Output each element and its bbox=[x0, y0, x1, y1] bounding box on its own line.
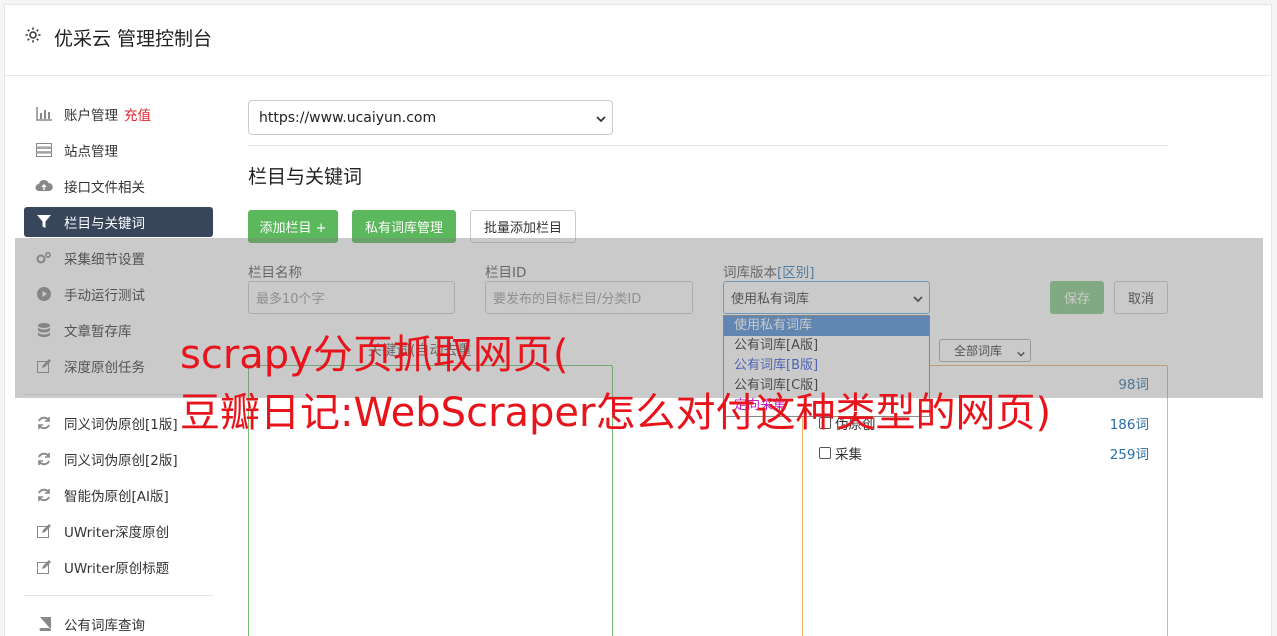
chevron-down-icon bbox=[596, 112, 606, 123]
site-select[interactable]: https://www.ucaiyun.com bbox=[248, 100, 613, 135]
sidebar-item-public-lib[interactable]: 公有词库查询 bbox=[24, 609, 213, 636]
watermark-line-1: scrapy分页抓取网页( bbox=[180, 332, 569, 378]
watermark-line-2: 豆瓣日记:WebScraper怎么对付这种类型的网页) bbox=[180, 390, 1052, 436]
sidebar-item-uwriter-title[interactable]: UWriter原创标题 bbox=[24, 552, 213, 582]
sidebar-item-columns[interactable]: 栏目与关键词 bbox=[24, 207, 213, 237]
sidebar-item-sites[interactable]: 站点管理 bbox=[24, 135, 213, 165]
edit-icon bbox=[35, 522, 53, 540]
sidebar-item-label: 栏目与关键词 bbox=[64, 216, 145, 232]
sidebar-item-label: 站点管理 bbox=[64, 144, 118, 160]
sidebar-item-label: 账户管理 bbox=[64, 108, 118, 124]
library-count: 186词 bbox=[1109, 417, 1149, 433]
sidebar-item-label: 同义词伪原创[1版] bbox=[64, 417, 178, 433]
library-row[interactable]: 采集 259词 bbox=[819, 443, 1149, 463]
refresh-icon bbox=[35, 414, 53, 432]
library-name: 采集 bbox=[835, 447, 862, 463]
sidebar-item-label: UWriter原创标题 bbox=[64, 561, 170, 577]
book-icon bbox=[35, 615, 53, 633]
sidebar-item-ai-rewrite[interactable]: 智能伪原创[AI版] bbox=[24, 480, 213, 510]
refresh-icon bbox=[35, 450, 53, 468]
refresh-icon bbox=[35, 486, 53, 504]
sidebar-item-label: 接口文件相关 bbox=[64, 180, 145, 196]
sidebar-divider bbox=[24, 595, 213, 596]
section-title: 栏目与关键词 bbox=[248, 166, 363, 188]
server-icon bbox=[35, 141, 53, 159]
library-count: 259词 bbox=[1109, 447, 1149, 463]
site-select-value: https://www.ucaiyun.com bbox=[259, 109, 437, 126]
sidebar-item-account[interactable]: 账户管理 充值 bbox=[24, 99, 213, 129]
sidebar-item-interface[interactable]: 接口文件相关 bbox=[24, 171, 213, 201]
sidebar-item-synonym-v2[interactable]: 同义词伪原创[2版] bbox=[24, 444, 213, 474]
divider bbox=[248, 145, 1168, 146]
cloud-upload-icon bbox=[35, 177, 53, 195]
sidebar-item-label: 同义词伪原创[2版] bbox=[64, 453, 178, 469]
edit-icon bbox=[35, 558, 53, 576]
sidebar-item-uwriter-deep[interactable]: UWriter深度原创 bbox=[24, 516, 213, 546]
filter-icon bbox=[35, 213, 53, 231]
checkbox[interactable] bbox=[819, 447, 831, 459]
sidebar-item-label: UWriter深度原创 bbox=[64, 525, 170, 541]
sidebar-item-label: 智能伪原创[AI版] bbox=[64, 489, 169, 505]
app-title: 优采云 管理控制台 bbox=[54, 28, 213, 50]
recharge-link[interactable]: 充值 bbox=[124, 104, 151, 124]
gear-icon bbox=[24, 26, 42, 44]
bar-chart-icon bbox=[35, 105, 53, 123]
sidebar-item-label: 公有词库查询 bbox=[64, 618, 145, 634]
page-header: 优采云 管理控制台 bbox=[4, 4, 1272, 76]
